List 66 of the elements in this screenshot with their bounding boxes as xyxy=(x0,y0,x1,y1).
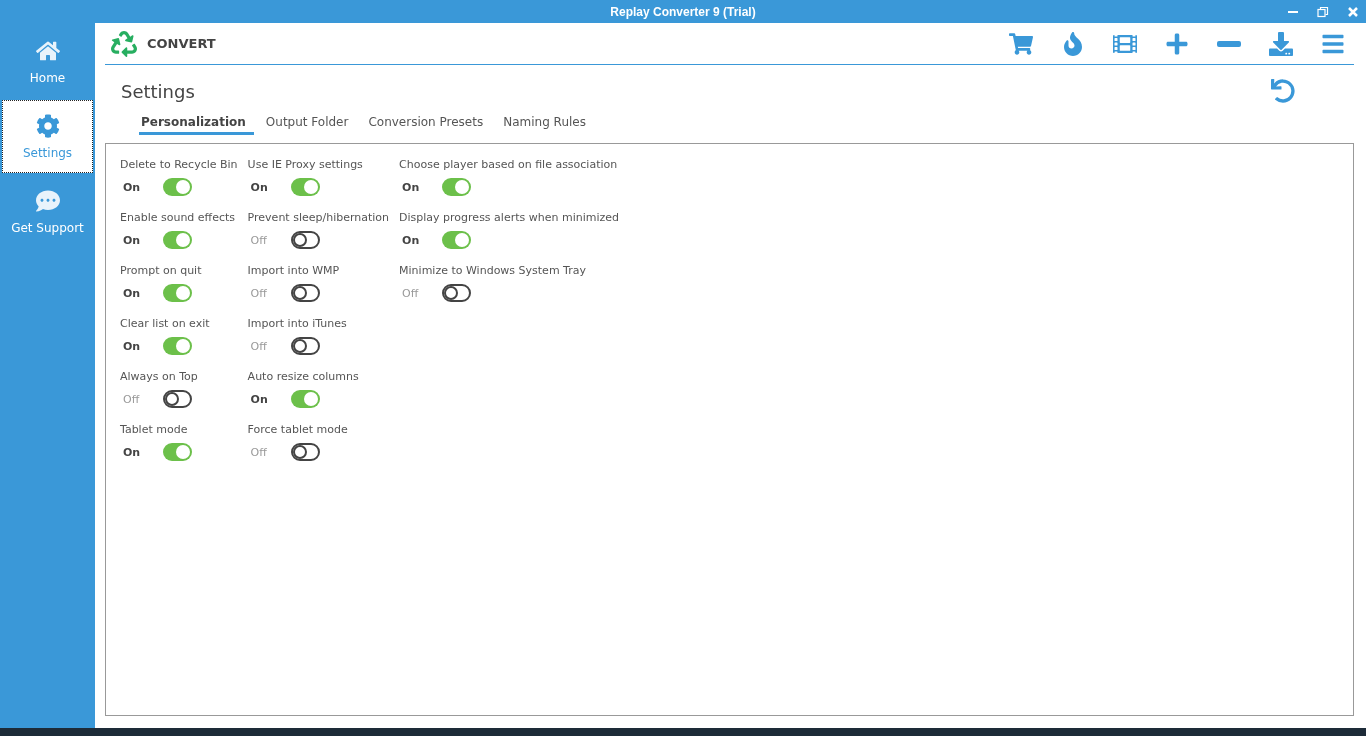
toggle-state-text: Off xyxy=(250,233,268,247)
toggle-state-text: On xyxy=(123,445,142,459)
toggle-state-text: On xyxy=(123,339,142,353)
toggle-switch[interactable] xyxy=(290,443,320,461)
toggle-switch[interactable] xyxy=(290,178,320,196)
toggle-state-text: On xyxy=(250,392,269,406)
toggle-switch[interactable] xyxy=(163,443,192,461)
chat-bubble-icon xyxy=(35,188,60,213)
toggle-switch[interactable] xyxy=(442,178,472,196)
minimize-icon xyxy=(1288,10,1298,13)
toggle-switch[interactable] xyxy=(290,231,320,249)
toggle-switch[interactable] xyxy=(163,337,192,355)
tab[interactable]: Naming Rules xyxy=(501,113,594,135)
setting-label: Display progress alerts when minimized xyxy=(399,211,619,224)
tab[interactable]: Personalization xyxy=(139,113,254,135)
toggle-state-text: Off xyxy=(250,445,268,459)
restore-icon xyxy=(1317,5,1329,18)
header-title: CONVERT xyxy=(147,36,217,51)
toggle-switch[interactable] xyxy=(163,284,192,302)
tab[interactable]: Conversion Presets xyxy=(366,113,492,135)
toggle-state-text: On xyxy=(250,180,269,194)
toggle-state-text: Off xyxy=(250,286,268,300)
flame-icon xyxy=(1061,31,1085,56)
toggle-switch[interactable] xyxy=(290,284,320,302)
toggle-switch[interactable] xyxy=(163,231,192,249)
recycle-icon xyxy=(111,30,137,57)
reset-icon xyxy=(1271,79,1295,103)
toggle-state-text: On xyxy=(123,233,142,247)
setting-label: Prevent sleep/hibernation xyxy=(247,211,390,224)
page-title: Settings xyxy=(121,80,195,102)
toggle-state-text: On xyxy=(402,233,421,247)
cart-icon xyxy=(1009,31,1033,56)
setting-label: Choose player based on file association xyxy=(399,158,619,171)
window-title: Replay Converter 9 (Trial) xyxy=(610,4,756,19)
setting-label: Use IE Proxy settings xyxy=(247,158,364,171)
tab[interactable]: Output Folder xyxy=(263,113,357,135)
remove-icon xyxy=(1217,40,1241,47)
toggle-switch[interactable] xyxy=(290,337,320,355)
download-icon xyxy=(1269,31,1293,56)
toggle-state-text: On xyxy=(123,180,142,194)
setting-label: Import into iTunes xyxy=(247,317,348,330)
toggle-switch[interactable] xyxy=(442,284,472,302)
toggle-switch[interactable] xyxy=(163,390,192,408)
setting-label: Import into WMP xyxy=(247,264,341,277)
setting-label: Minimize to Windows System Tray xyxy=(399,264,587,277)
add-icon xyxy=(1165,31,1189,56)
toggle-switch[interactable] xyxy=(163,178,192,196)
setting-label: Tablet mode xyxy=(120,423,189,436)
close-button[interactable] xyxy=(1346,4,1360,19)
toggle-state-text: On xyxy=(402,180,421,194)
setting-label: Prompt on quit xyxy=(120,264,203,277)
toggle-state-text: Off xyxy=(250,339,268,353)
setting-label: Auto resize columns xyxy=(247,370,360,383)
toggle-switch[interactable] xyxy=(290,390,320,408)
close-icon xyxy=(1347,5,1359,18)
restore-button[interactable] xyxy=(1316,4,1330,19)
toggle-state-text: Off xyxy=(123,392,141,406)
setting-label: Always on Top xyxy=(120,370,199,383)
toggle-state-text: Off xyxy=(402,286,420,300)
setting-label: Delete to Recycle Bin xyxy=(120,158,238,171)
settings-icon xyxy=(35,113,60,138)
setting-label: Clear list on exit xyxy=(120,317,211,330)
toggle-switch[interactable] xyxy=(442,231,472,249)
setting-label: Enable sound effects xyxy=(120,211,237,224)
toggle-state-text: On xyxy=(123,286,142,300)
setting-label: Force tablet mode xyxy=(247,423,349,436)
